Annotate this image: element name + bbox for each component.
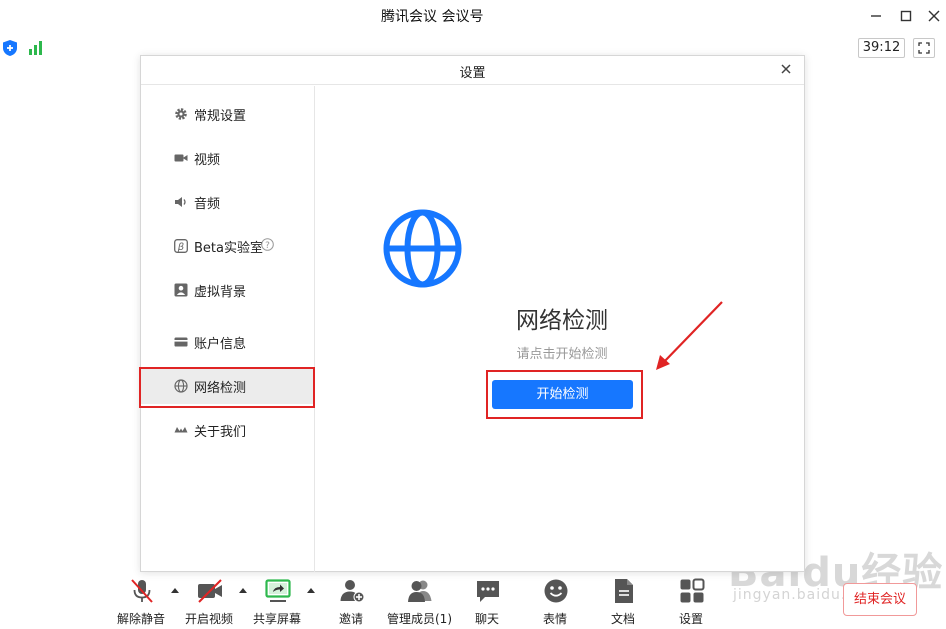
sidebar-item-label: 常规设置 [194,109,247,124]
meeting-toolbar: 解除静音 开启视频 共享屏幕 邀请 管理成员(1) 聊天 表情 文档 设置 [0,572,946,629]
sidebar-item-beta-lab[interactable]: β Beta实验室 ? [141,228,315,264]
camera-off-icon [198,579,222,603]
sidebar-item-audio[interactable]: 音频 [141,184,315,220]
document-icon [615,579,633,603]
close-icon [781,64,791,74]
dialog-close-button[interactable] [776,59,796,79]
toolbar-document-button[interactable]: 文档 [591,572,655,629]
share-screen-icon [265,579,291,602]
fullscreen-icon [918,42,930,54]
sidebar-item-video[interactable]: 视频 [141,140,315,176]
sidebar-item-label: Beta实验室 [194,241,263,256]
toolbar-chat-button[interactable]: 聊天 [455,572,519,629]
network-globe-icon [383,209,462,288]
network-test-heading: 网络检测 [516,308,608,334]
toolbar-settings-button[interactable]: 设置 [659,572,723,629]
network-test-hint: 请点击开始检测 [516,347,608,362]
card-icon [174,337,188,347]
toolbar-label: 聊天 [474,612,499,626]
dialog-header: 设置 [141,56,804,85]
fullscreen-button[interactable] [913,38,935,58]
minimize-icon [871,15,881,17]
sidebar-item-general[interactable]: 常规设置 [141,96,315,132]
sidebar-item-virtual-background[interactable]: 虚拟背景 [141,272,315,308]
annotation-arrow-icon [656,301,723,370]
shield-icon[interactable] [2,39,18,57]
close-window-button[interactable] [924,6,944,26]
toolbar-start-video-button[interactable]: 开启视频 [177,572,241,629]
sidebar-item-label: 音频 [194,197,221,212]
members-icon [408,580,432,602]
dialog-title: 设置 [459,66,486,81]
invite-icon [340,580,365,603]
toolbar-manage-members-button[interactable]: 管理成员(1) [387,572,452,629]
toolbar-label: 共享屏幕 [252,612,301,626]
highlight-box-network-test [139,367,315,408]
meeting-timer: 39:12 [858,38,905,58]
video-camera-icon [174,154,188,162]
sidebar-item-label: 关于我们 [194,425,247,440]
window-title: 腾讯会议 会议号: [381,9,489,25]
sidebar-item-label: 视频 [194,153,221,168]
person-portrait-icon [174,283,188,297]
toolbar-label: 解除静音 [116,612,165,626]
speaker-icon [175,197,186,207]
toolbar-label: 文档 [610,612,635,626]
settings-sidebar: 常规设置 视频 音频 β Beta实验室 ? 虚拟背景 账户信息 网络检测 关于… [141,86,315,572]
chat-icon [477,581,499,602]
maximize-button[interactable] [896,6,916,26]
toolbar-label: 管理成员(1) [387,612,452,626]
svg-text:β: β [177,242,185,253]
toolbar-share-screen-button[interactable]: 共享屏幕 [245,572,309,629]
sidebar-item-account[interactable]: 账户信息 [141,324,315,360]
tencent-meeting-logo-icon [174,427,188,433]
toolbar-emoji-button[interactable]: 表情 [523,572,587,629]
sidebar-item-about[interactable]: 关于我们 [141,412,315,448]
help-icon[interactable]: ? [261,238,274,251]
toolbar-label: 邀请 [338,612,363,626]
toolbar-label: 表情 [542,612,567,626]
meeting-id-redaction [484,3,592,25]
signal-icon[interactable] [28,39,46,55]
end-meeting-button[interactable]: 结束会议 [843,583,917,616]
chevron-up-icon[interactable] [306,586,316,594]
title-bar: 腾讯会议 会议号: [0,0,946,32]
settings-grid-icon [680,578,705,603]
sidebar-item-label: 账户信息 [194,337,247,352]
mic-muted-icon [131,579,153,603]
close-icon [928,10,940,22]
toolbar-unmute-button[interactable]: 解除静音 [109,572,173,629]
toolbar-invite-button[interactable]: 邀请 [319,572,383,629]
toolbar-label: 开启视频 [184,612,233,626]
gear-icon [175,108,187,120]
svg-text:?: ? [265,241,270,251]
emoji-icon [544,579,568,603]
highlight-box-start-button [486,370,643,419]
maximize-icon [900,10,912,22]
beta-icon: β [174,239,188,253]
sidebar-item-label: 虚拟背景 [194,285,247,300]
minimize-button[interactable] [866,6,886,26]
toolbar-label: 设置 [678,612,703,626]
